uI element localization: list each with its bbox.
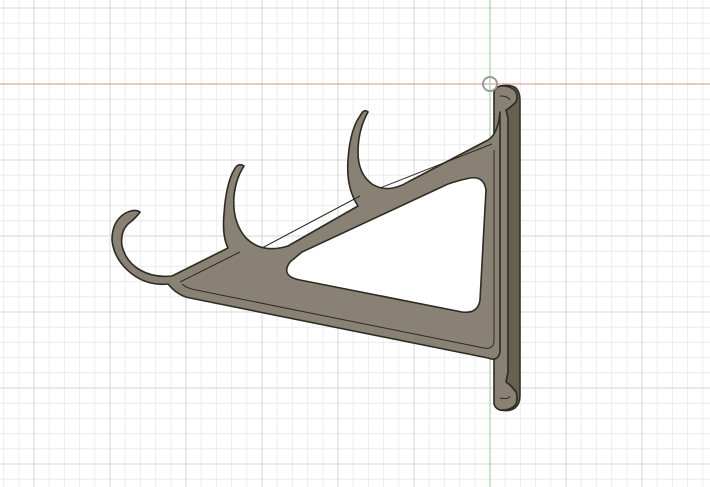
viewport-canvas[interactable] [0, 0, 710, 487]
cad-viewport[interactable] [0, 0, 710, 487]
cad-bracket-model[interactable] [111, 84, 521, 412]
